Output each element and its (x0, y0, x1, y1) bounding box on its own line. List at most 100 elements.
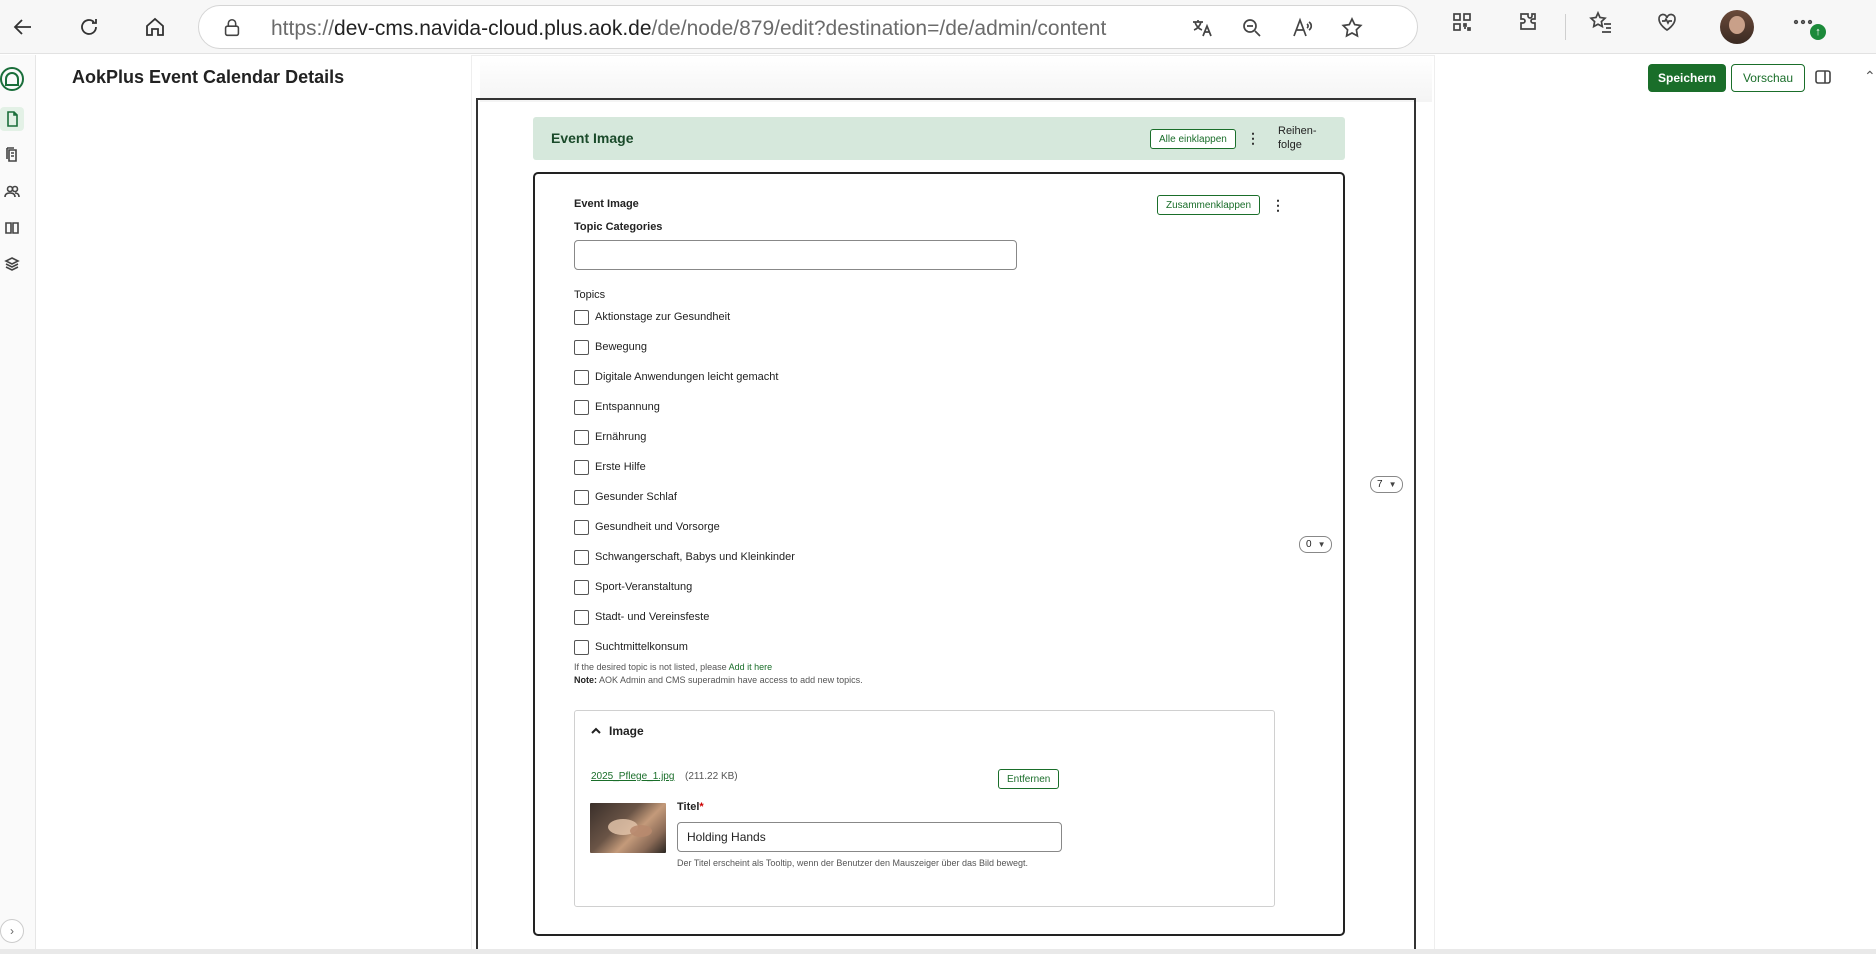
collapse-paragraph-button[interactable]: Zusammenklappen (1157, 195, 1261, 215)
browser-essentials-icon[interactable] (1654, 9, 1680, 35)
topic-checkbox-label: Sport-Veranstaltung (595, 581, 693, 593)
pin-icon[interactable]: ⌃ (1864, 68, 1876, 85)
sticky-header-shadow (480, 56, 1432, 102)
sidebar-item-layout[interactable] (0, 216, 24, 240)
image-title-input[interactable] (677, 822, 1062, 852)
required-marker: * (699, 801, 704, 813)
outer-weight-value: 7 (1377, 479, 1383, 490)
admin-sidebar: › (0, 55, 36, 949)
sidebar-item-people[interactable] (0, 179, 24, 203)
sidebar-item-structure[interactable] (0, 252, 24, 276)
topic-checkbox[interactable] (574, 309, 589, 325)
url-prefix: https:// (271, 17, 335, 40)
topic-checkbox[interactable] (574, 549, 589, 565)
page: https://dev-cms.navida-cloud.plus.aok.de… (0, 0, 1876, 954)
topics-label: Topics (574, 289, 606, 301)
topic-hint-text: If the desired topic is not listed, plea… (574, 662, 729, 672)
topic-checkbox-label: Gesunder Schlaf (595, 491, 677, 503)
home-button[interactable] (136, 8, 174, 46)
favorites-list-icon[interactable] (1588, 9, 1614, 35)
arrow-left-icon (13, 19, 31, 35)
image-title-label: Titel* (677, 801, 704, 813)
topic-checkbox-label: Digitale Anwendungen leicht gemacht (595, 371, 779, 383)
topic-checkbox-row[interactable]: Sport-Veranstaltung (574, 579, 692, 595)
topic-checkbox-row[interactable]: Gesunder Schlaf (574, 489, 677, 505)
topic-checkbox-row[interactable]: Schwangerschaft, Babys und Kleinkinder (574, 549, 795, 565)
sidebar-item-documents[interactable] (0, 143, 24, 167)
update-badge-icon: ↑ (1810, 24, 1826, 40)
image-section-label: Image (609, 724, 644, 738)
topic-checkbox-label: Entspannung (595, 401, 660, 413)
users-icon (4, 185, 20, 198)
topic-checkbox[interactable] (574, 639, 589, 655)
translate-icon[interactable] (1189, 15, 1215, 41)
topic-hint: If the desired topic is not listed, plea… (574, 662, 772, 672)
zoom-out-icon[interactable] (1239, 15, 1265, 41)
image-section-toggle[interactable]: Image (589, 724, 644, 738)
topic-checkbox-row[interactable]: Aktionstage zur Gesundheit (574, 309, 730, 325)
group-title: Event Image (551, 130, 634, 146)
topic-note: Note: AOK Admin and CMS superadmin have … (574, 675, 863, 685)
topic-checkbox-label: Gesundheit und Vorsorge (595, 521, 720, 533)
reload-button[interactable] (70, 8, 108, 46)
reorder-label[interactable]: Reihen-folge (1278, 124, 1330, 152)
topic-checkbox-row[interactable]: Ernährung (574, 429, 646, 445)
qr-code-icon[interactable] (1449, 9, 1475, 35)
topic-checkbox-label: Aktionstage zur Gesundheit (595, 311, 731, 323)
topic-checkbox[interactable] (574, 429, 589, 445)
topic-checkbox[interactable] (574, 459, 589, 475)
topic-categories-input[interactable] (574, 240, 1017, 270)
image-file-link[interactable]: 2025_Pflege_1.jpg (591, 771, 674, 782)
image-title-label-text: Titel (677, 801, 700, 813)
url-text[interactable]: https://dev-cms.navida-cloud.plus.aok.de… (271, 17, 1106, 41)
add-topic-link[interactable]: Add it here (729, 662, 773, 672)
back-button[interactable] (4, 8, 42, 46)
topic-checkbox-row[interactable]: Suchtmittelkonsum (574, 639, 688, 655)
sidebar-expand-toggle[interactable]: › (0, 919, 24, 943)
chevron-down-icon: ▼ (1317, 540, 1326, 549)
url-path: /de/node/879/edit?destination=/de/admin/… (651, 17, 1107, 40)
topic-checkbox-row[interactable]: Digitale Anwendungen leicht gemacht (574, 369, 778, 385)
preview-button[interactable]: Vorschau (1731, 64, 1805, 92)
group-actions-menu-icon[interactable]: ⋮ (1246, 128, 1260, 148)
collapse-all-button[interactable]: Alle einklappen (1150, 129, 1236, 149)
address-bar[interactable]: https://dev-cms.navida-cloud.plus.aok.de… (198, 5, 1418, 49)
topic-checkbox[interactable] (574, 609, 589, 625)
lock-icon (224, 18, 240, 37)
topic-checkbox[interactable] (574, 519, 589, 535)
remove-image-button[interactable]: Entfernen (998, 769, 1060, 789)
paragraph-actions-menu-icon[interactable]: ⋮ (1271, 195, 1285, 215)
outer-weight-select[interactable]: 7 ▼ (1370, 476, 1404, 493)
topic-checkbox-row[interactable]: Entspannung (574, 399, 660, 415)
topic-checkbox-row[interactable]: Erste Hilfe (574, 459, 646, 475)
aok-logo-icon[interactable] (0, 67, 24, 91)
save-button[interactable]: Speichern (1648, 64, 1726, 92)
topic-checkbox[interactable] (574, 369, 589, 385)
extensions-puzzle-icon[interactable] (1515, 9, 1541, 35)
panel-icon (1815, 70, 1831, 84)
topic-checkbox[interactable] (574, 579, 589, 595)
image-thumbnail (590, 803, 666, 853)
documents-icon (6, 147, 17, 162)
topic-checkbox-label: Ernährung (595, 431, 647, 443)
inner-weight-value: 0 (1306, 539, 1312, 550)
topic-checkbox-label: Schwangerschaft, Babys und Kleinkinder (595, 551, 795, 563)
browser-toolbar: https://dev-cms.navida-cloud.plus.aok.de… (0, 0, 1876, 54)
topic-checkbox[interactable] (574, 339, 589, 355)
favorite-star-icon[interactable] (1339, 15, 1365, 41)
topic-checkbox-row[interactable]: Bewegung (574, 339, 647, 355)
refresh-icon (81, 19, 97, 35)
topic-checkbox[interactable] (574, 489, 589, 505)
horizontal-scrollbar[interactable] (0, 949, 1876, 954)
paragraph-title: Event Image (574, 198, 639, 210)
sidebar-panel-toggle[interactable] (1814, 68, 1832, 86)
profile-avatar[interactable] (1720, 10, 1754, 44)
read-aloud-icon[interactable] (1289, 15, 1315, 41)
home-icon (146, 17, 164, 36)
topic-checkbox[interactable] (574, 399, 589, 415)
topic-checkbox-row[interactable]: Gesundheit und Vorsorge (574, 519, 720, 535)
image-details: Image 2025_Pflege_1.jpg (211.22 KB) Entf… (574, 710, 1275, 907)
inner-weight-select[interactable]: 0 ▼ (1299, 536, 1333, 553)
sidebar-item-content[interactable] (0, 107, 24, 131)
topic-checkbox-row[interactable]: Stadt- und Vereinsfeste (574, 609, 709, 625)
